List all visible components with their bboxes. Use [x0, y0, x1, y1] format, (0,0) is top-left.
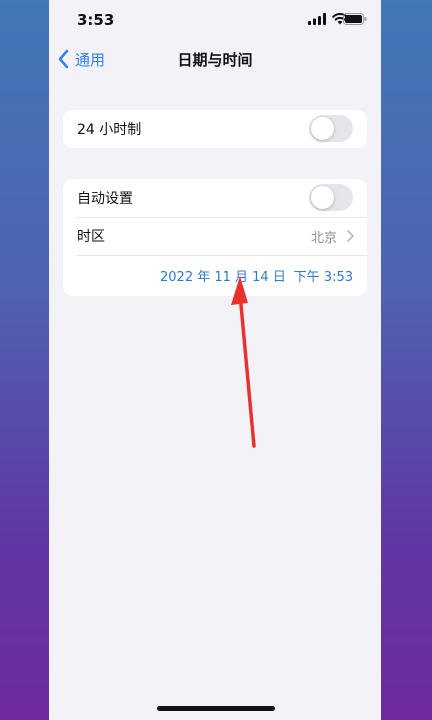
toggle-knob [311, 186, 334, 209]
auto-set-toggle[interactable] [309, 184, 353, 211]
hour24-toggle[interactable] [309, 115, 353, 142]
hour24-label: 24 小时制 [77, 122, 142, 138]
timezone-row[interactable]: 时区 北京 [63, 217, 367, 255]
status-time: 3:53 [77, 11, 115, 29]
hour24-group: 24 小时制 [63, 110, 367, 148]
auto-set-row: 自动设置 [63, 179, 367, 217]
chevron-right-icon [347, 230, 354, 242]
signal-icon [308, 13, 326, 25]
status-bar: 3:53 [49, 0, 381, 40]
date-time-row: 2022 年 11 月 14 日 下午 3:53 [63, 255, 367, 295]
hour24-row: 24 小时制 [63, 110, 367, 148]
toggle-knob [311, 117, 334, 140]
home-indicator [157, 706, 275, 711]
navigation-bar: 通用 日期与时间 [49, 40, 381, 80]
auto-set-label: 自动设置 [77, 191, 133, 207]
page-title: 日期与时间 [177, 51, 253, 69]
phone-screen: 3:53 通用 日期与时间 24 小时制 自动设置 时区 北京 2022 年 1… [49, 0, 381, 720]
timezone-label: 时区 [77, 229, 105, 245]
timezone-value: 北京 [310, 230, 337, 246]
time-picker-button[interactable]: 下午 3:53 [294, 266, 353, 285]
battery-icon [343, 13, 367, 25]
datetime-group: 自动设置 时区 北京 2022 年 11 月 14 日 下午 3:53 [63, 179, 367, 296]
date-picker-button[interactable]: 2022 年 11 月 14 日 [160, 266, 286, 285]
